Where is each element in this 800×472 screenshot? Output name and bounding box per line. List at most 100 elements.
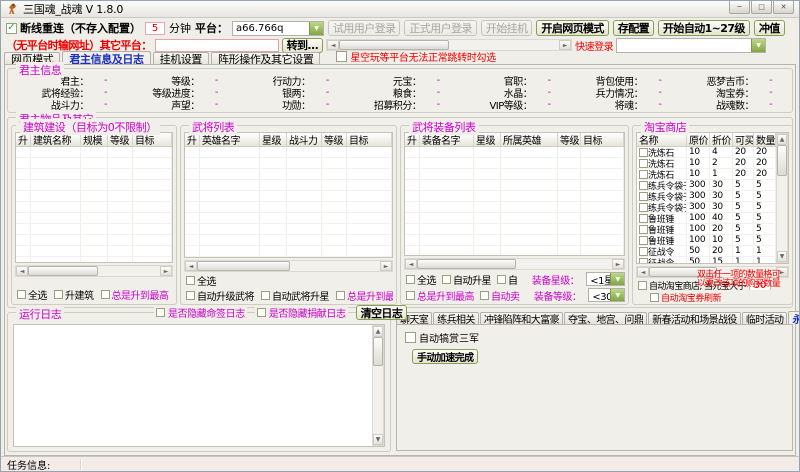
open-web-mode-button[interactable]: 开启网页模式 — [536, 20, 608, 36]
scroll-left-icon[interactable]: ◄ — [16, 266, 28, 276]
auto-shop-checkbox-box[interactable] — [638, 281, 647, 290]
table-row[interactable]: 鲁班锤1004055 — [637, 213, 776, 224]
checkbox-row2_checkboxes-2[interactable]: 自动武将升星 — [261, 289, 329, 302]
scroll-left-icon[interactable]: ◄ — [405, 259, 417, 269]
chevron-down-icon[interactable]: ▼ — [309, 22, 323, 35]
scroll-up-icon[interactable]: ▲ — [777, 134, 787, 145]
scroll-left-icon[interactable]: ◄ — [185, 261, 197, 271]
table-row[interactable]: 洗炼石1012020 — [637, 169, 776, 180]
trial-login-button[interactable]: 试用用户登录 — [328, 20, 400, 36]
item-checkbox[interactable] — [639, 214, 648, 223]
chevron-down-icon[interactable]: ▼ — [610, 289, 624, 301]
checkbox-row2_checkboxes-1[interactable]: 自动升级武将 — [186, 289, 254, 302]
close-icon[interactable]: ✕ — [773, 1, 794, 14]
activity-tabs-3[interactable]: 冲锋陷阵和大富豪 — [480, 312, 563, 324]
hide-donate-checkbox-box[interactable] — [257, 308, 266, 317]
item-checkbox[interactable] — [639, 192, 648, 201]
scroll-thumb[interactable] — [777, 145, 787, 176]
activity-tabs-2[interactable]: 练兵相关 — [433, 312, 479, 324]
auto-level-button[interactable]: 开始自动1~27级 — [658, 20, 750, 36]
checkbox-box[interactable] — [261, 291, 270, 300]
scroll-thumb[interactable] — [373, 337, 383, 366]
maximize-icon[interactable]: □ — [751, 1, 772, 14]
table-row[interactable]: 洗炼石1022020 — [637, 158, 776, 169]
scroll-up-icon[interactable]: ▲ — [373, 326, 383, 337]
equip-level-select[interactable]: <30级 ▼ — [588, 288, 625, 302]
checkbox-box[interactable] — [497, 275, 506, 284]
checkbox-row2_checkboxes-3[interactable]: 总是升到最高 — [336, 289, 393, 302]
clear-log-button[interactable]: 清空日志 — [356, 305, 408, 320]
checkbox-box[interactable] — [336, 291, 345, 300]
scroll-right-icon[interactable]: ► — [380, 261, 392, 271]
item-checkbox[interactable] — [639, 170, 648, 179]
checkbox-box[interactable] — [186, 291, 195, 300]
reconnect-checkbox[interactable]: ✓ 断线重连（不存入配置） — [6, 20, 141, 36]
star-platform-checkbox-box[interactable] — [336, 51, 347, 62]
checkbox-box[interactable] — [17, 290, 26, 299]
checkbox-box[interactable] — [101, 290, 110, 299]
table-row[interactable]: 练兵令袋子3003055 — [637, 180, 776, 191]
minimize-icon[interactable]: ─ — [729, 1, 750, 14]
item-checkbox[interactable] — [639, 258, 648, 264]
taobao-vscrollbar[interactable]: ▲▼ — [776, 133, 788, 263]
other-platform-input[interactable] — [155, 39, 279, 52]
checkbox-row1_checkboxes-2[interactable]: 自动升星 — [442, 272, 491, 286]
hero-hscrollbar[interactable]: ◄► — [184, 260, 393, 272]
checkbox-checkboxes-1[interactable]: 全选 — [17, 287, 47, 302]
checkbox-checkboxes-2[interactable]: 升建筑 — [54, 287, 94, 302]
equip-hscrollbar[interactable]: ◄► — [404, 258, 625, 270]
recharge-button[interactable]: 冲值 — [754, 20, 785, 36]
item-checkbox[interactable] — [639, 225, 648, 234]
scroll-track[interactable] — [777, 176, 787, 251]
equip-star-select[interactable]: <1星 ▼ — [586, 272, 625, 286]
scroll-track[interactable] — [290, 261, 380, 271]
activity-tabs-7[interactable]: 永久活动 — [788, 311, 800, 324]
auto-coupon-checkbox[interactable]: 自动淘宝券刷新 — [650, 292, 721, 302]
checkbox-row1_checkboxes-1[interactable]: 全选 — [186, 274, 216, 287]
main-tabs-2[interactable]: 君主信息及日志 — [62, 51, 150, 65]
save-config-button[interactable]: 存配置 — [613, 20, 654, 36]
checkbox-row1_checkboxes-3[interactable]: 自动升级 — [497, 272, 518, 286]
scroll-right-icon[interactable]: ► — [160, 266, 172, 276]
scroll-right-icon[interactable]: ► — [559, 40, 571, 50]
item-checkbox[interactable] — [639, 181, 648, 190]
activity-tabs-5[interactable]: 新春活动和场景战役 — [648, 312, 741, 324]
item-checkbox[interactable] — [639, 159, 648, 168]
formal-login-button[interactable]: 正式用户登录 — [404, 20, 476, 36]
log-vscrollbar[interactable]: ▲▼ — [372, 325, 384, 446]
hide-sign-log-checkbox[interactable]: 是否隐藏命签日志 — [154, 305, 247, 320]
auto-coupon-checkbox-box[interactable] — [650, 293, 659, 302]
table-row[interactable]: 练兵令袋子3003055 — [637, 191, 776, 202]
reconnect-minutes-input[interactable] — [145, 22, 165, 35]
platform-select[interactable]: a66.766q ▼ — [232, 21, 324, 36]
scroll-track[interactable] — [373, 366, 383, 434]
item-checkbox[interactable] — [639, 203, 648, 212]
activity-tabs-4[interactable]: 夺宝、地宫、问鼎 — [564, 312, 647, 324]
activity-tabs-6[interactable]: 临时活动 — [742, 312, 788, 324]
table-row[interactable]: 鲁班锤1002055 — [637, 224, 776, 235]
checkbox-row2_checkboxes-1[interactable]: 总是升到最高 — [406, 288, 474, 302]
checkbox-checked-icon[interactable]: ✓ — [6, 23, 17, 34]
scroll-thumb[interactable] — [417, 259, 516, 269]
checkbox-checkboxes-3[interactable]: 总是升到最高 — [101, 287, 169, 302]
manual-accelerate-button[interactable]: 手动加速完成 — [412, 349, 478, 364]
start-hangup-button[interactable]: 开始挂机 — [481, 20, 533, 36]
item-checkbox[interactable] — [639, 236, 648, 245]
checkbox-row2_checkboxes-2[interactable]: 自动卖武将装备 — [480, 288, 520, 302]
scroll-down-icon[interactable]: ▼ — [777, 251, 787, 262]
auto-reward-checkbox-box[interactable] — [405, 332, 416, 343]
checkbox-box[interactable] — [54, 290, 63, 299]
checkbox-row1_checkboxes-1[interactable]: 全选 — [406, 272, 436, 286]
hide-sign-checkbox-box[interactable] — [156, 308, 165, 317]
star-platform-checkbox[interactable]: 星空玩等平台无法正常跳转时勾选 — [336, 49, 496, 64]
item-checkbox[interactable] — [639, 148, 648, 157]
checkbox-box[interactable] — [442, 275, 451, 284]
hide-donate-log-checkbox[interactable]: 是否隐藏捐献日志 — [255, 305, 348, 320]
scroll-thumb[interactable] — [28, 266, 98, 276]
log-textarea[interactable] — [14, 325, 372, 446]
table-row[interactable]: 征战令502011 — [637, 246, 776, 257]
scroll-track[interactable] — [98, 266, 160, 276]
building-hscrollbar[interactable]: ◄► — [15, 265, 173, 277]
table-row[interactable]: 洗炼石1042020 — [637, 147, 776, 158]
table-row[interactable]: 鲁班锤1001055 — [637, 235, 776, 246]
